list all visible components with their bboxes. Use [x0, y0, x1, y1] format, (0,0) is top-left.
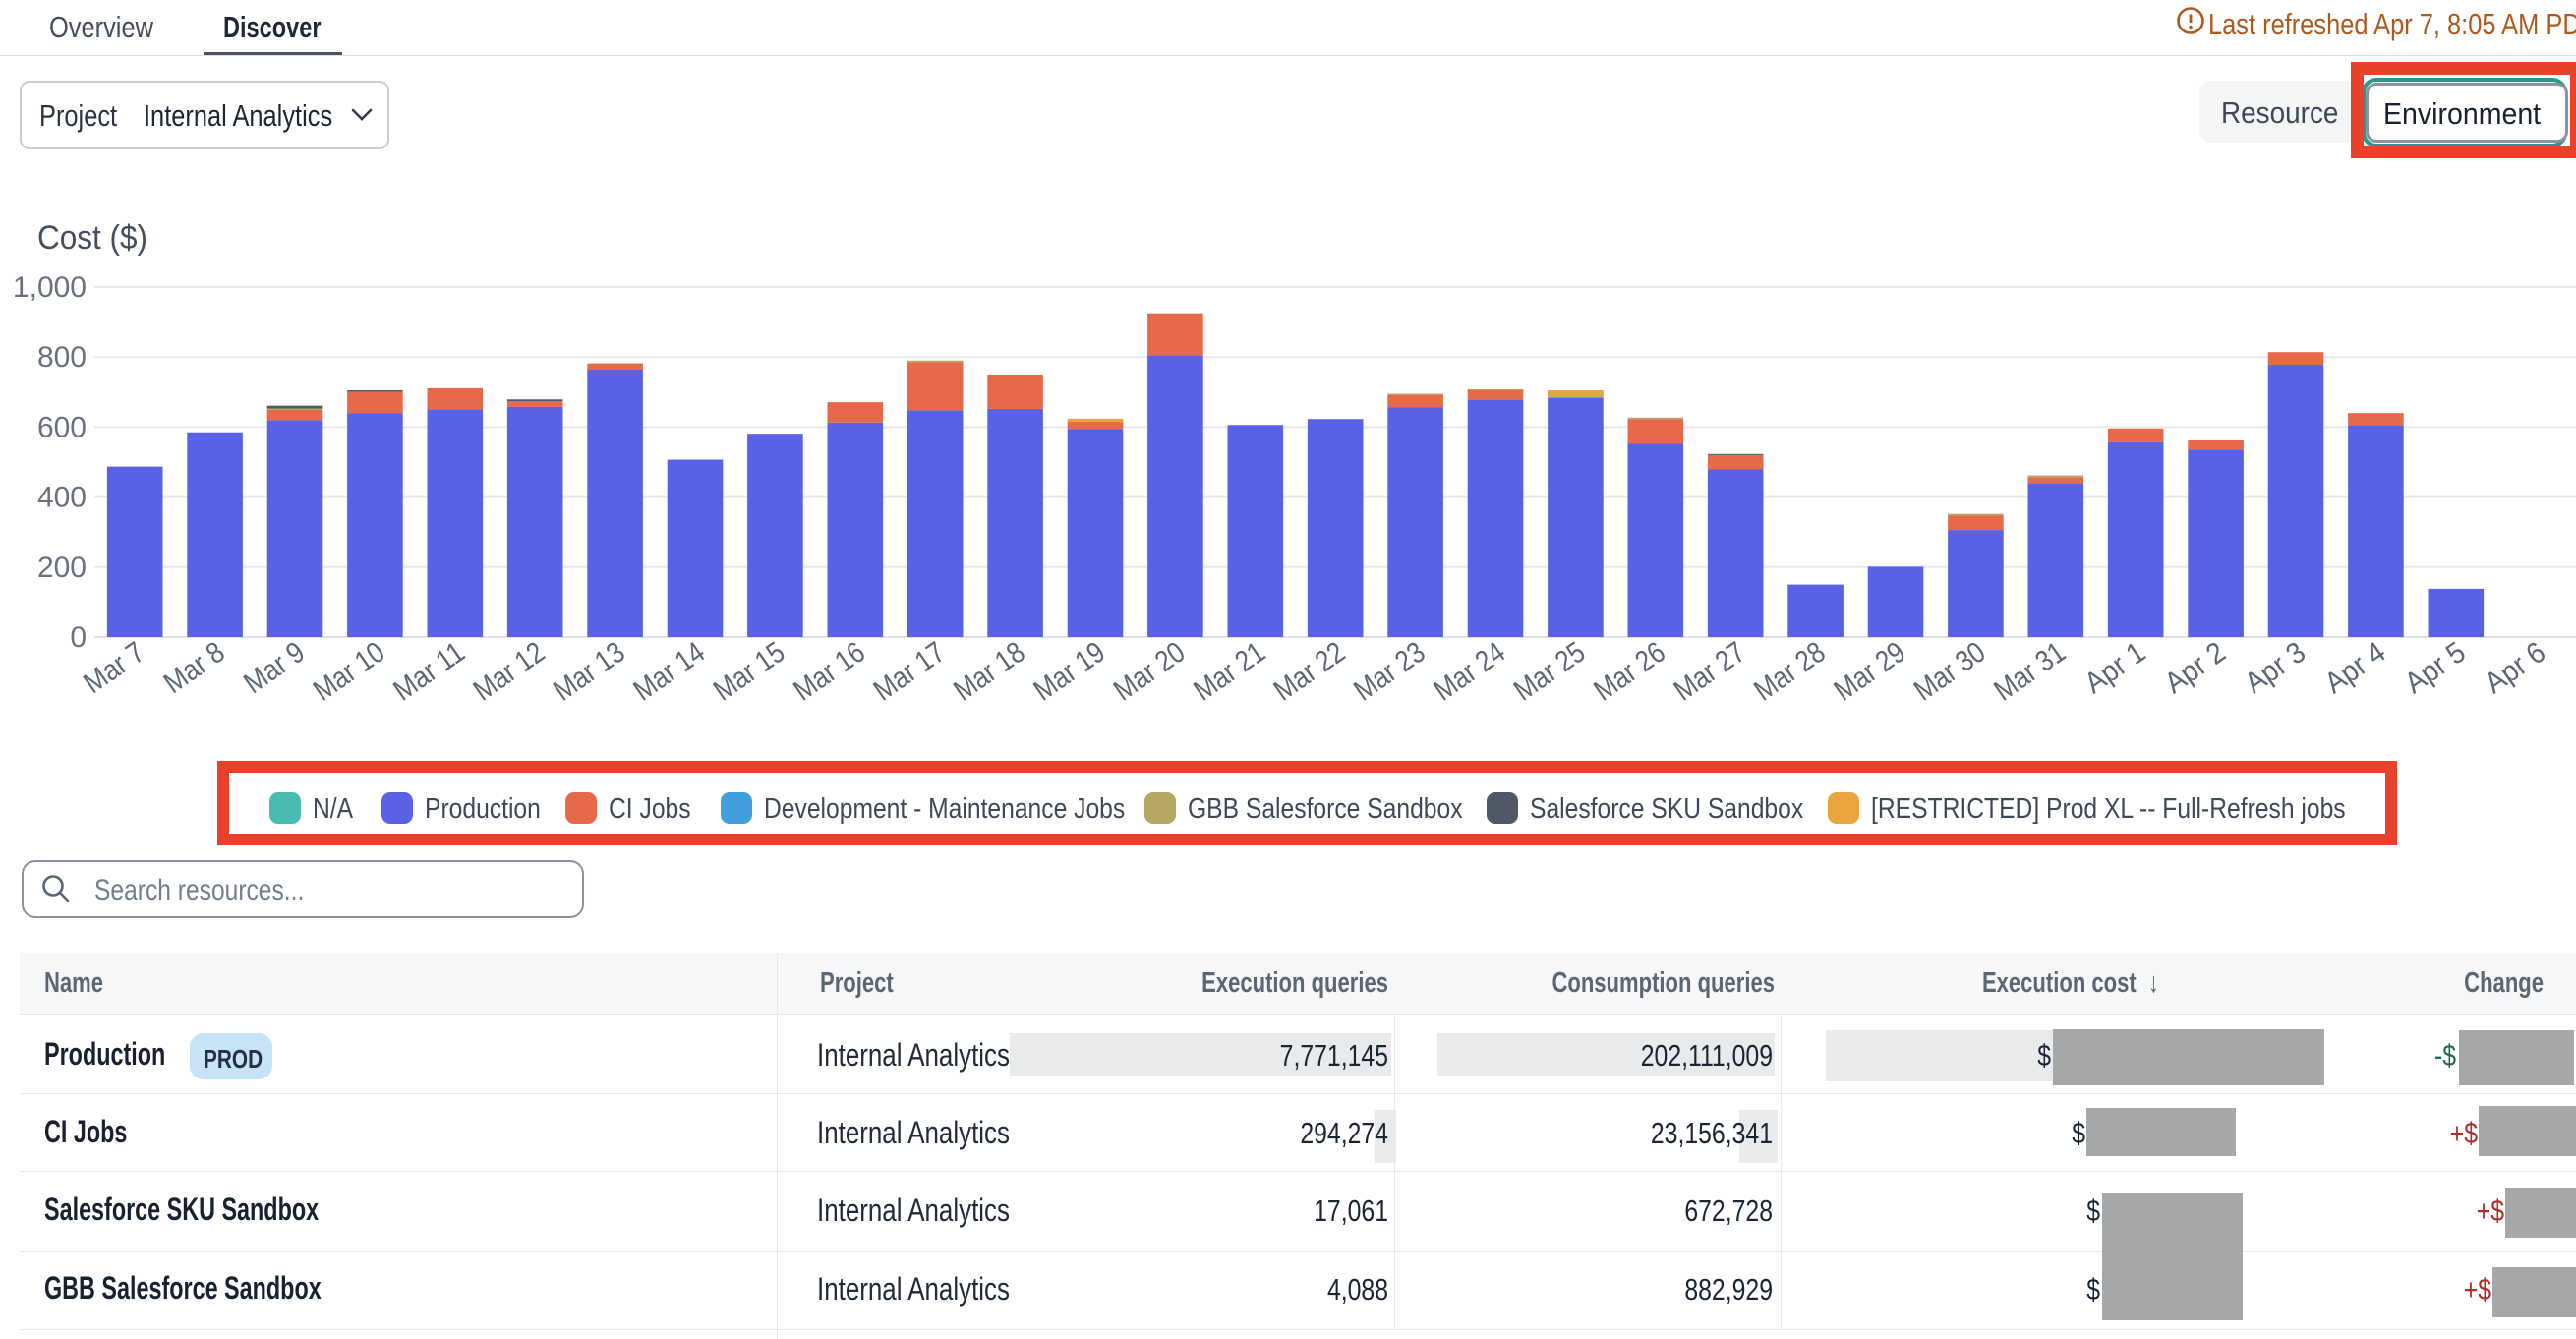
svg-text:Mar 21: Mar 21	[1188, 636, 1270, 708]
svg-text:800: 800	[37, 341, 87, 374]
svg-text:Apr 4: Apr 4	[2319, 636, 2392, 700]
svg-text:Cost ($): Cost ($)	[37, 219, 147, 257]
svg-text:Mar 15: Mar 15	[708, 636, 790, 708]
svg-text:1,000: 1,000	[13, 271, 87, 304]
svg-text:Mar 10: Mar 10	[308, 636, 390, 708]
svg-text:Mar 16: Mar 16	[788, 636, 870, 708]
svg-text:Mar 23: Mar 23	[1348, 636, 1431, 708]
svg-text:Mar 8: Mar 8	[158, 636, 231, 700]
svg-text:Mar 20: Mar 20	[1108, 636, 1191, 708]
svg-text:Mar 27: Mar 27	[1669, 636, 1751, 708]
svg-text:Mar 18: Mar 18	[948, 636, 1030, 708]
svg-text:Apr 3: Apr 3	[2239, 636, 2312, 700]
svg-text:600: 600	[37, 411, 87, 443]
svg-text:Mar 11: Mar 11	[387, 636, 470, 708]
svg-text:Mar 9: Mar 9	[238, 636, 311, 700]
svg-text:400: 400	[37, 482, 87, 514]
svg-text:Mar 14: Mar 14	[628, 636, 711, 708]
svg-text:Mar 30: Mar 30	[1908, 636, 1991, 708]
svg-text:Mar 31: Mar 31	[1988, 636, 2071, 708]
svg-text:Mar 19: Mar 19	[1028, 636, 1111, 708]
svg-text:Mar 17: Mar 17	[868, 636, 951, 708]
svg-text:Apr 5: Apr 5	[2399, 636, 2472, 700]
svg-text:Apr 2: Apr 2	[2159, 636, 2232, 700]
svg-text:Mar 12: Mar 12	[468, 636, 551, 708]
svg-text:Mar 25: Mar 25	[1508, 636, 1591, 708]
svg-text:Mar 24: Mar 24	[1429, 636, 1511, 708]
svg-text:200: 200	[37, 552, 87, 584]
svg-text:Apr 6: Apr 6	[2479, 636, 2551, 700]
svg-text:Mar 13: Mar 13	[548, 636, 630, 708]
svg-text:Mar 26: Mar 26	[1588, 636, 1670, 708]
svg-text:Mar 22: Mar 22	[1268, 636, 1351, 708]
svg-text:Mar 7: Mar 7	[78, 636, 150, 700]
svg-text:0: 0	[70, 621, 87, 654]
svg-text:Apr 1: Apr 1	[2078, 636, 2151, 700]
svg-text:Mar 29: Mar 29	[1829, 636, 1911, 708]
svg-text:Mar 28: Mar 28	[1748, 636, 1831, 708]
